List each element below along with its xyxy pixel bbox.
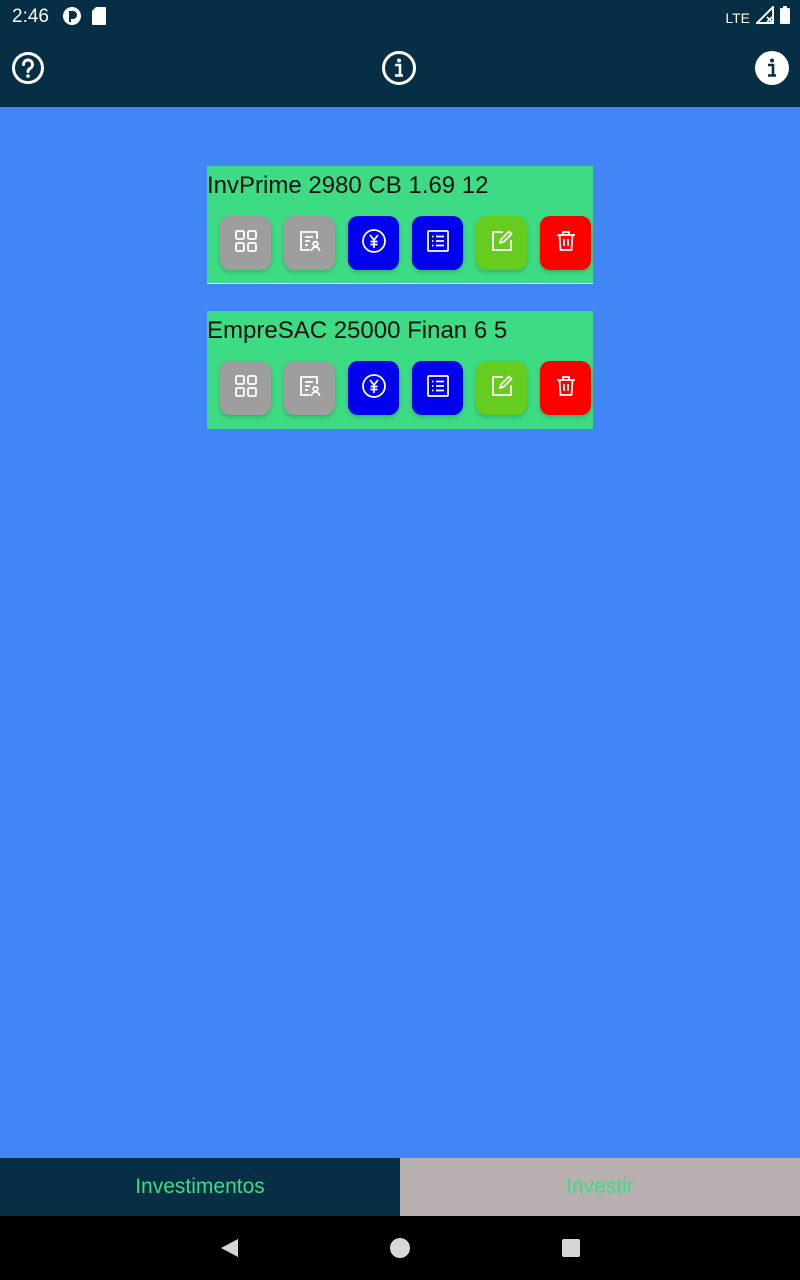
back-triangle-icon — [218, 1239, 242, 1264]
yen-icon — [361, 373, 387, 404]
grid-button[interactable] — [220, 361, 271, 415]
yen-icon — [361, 228, 387, 259]
investment-title: EmpreSAC 25000 Finan 6 5 — [207, 317, 508, 344]
help-button[interactable] — [10, 51, 46, 90]
tab-investir[interactable]: Investir — [400, 1158, 800, 1216]
signal-icon — [754, 4, 774, 29]
status-bar: 2:46 LTE — [0, 0, 800, 32]
sd-card-icon — [92, 7, 106, 30]
delete-button[interactable] — [540, 216, 591, 270]
info-filled-icon — [754, 50, 790, 91]
contract-button[interactable] — [284, 361, 335, 415]
investment-card[interactable]: EmpreSAC 25000 Finan 6 5 — [207, 311, 593, 429]
status-icons-left — [62, 6, 106, 31]
recents-button[interactable] — [559, 1236, 583, 1260]
status-icons-right: LTE — [725, 4, 790, 29]
info-outline-icon — [381, 50, 417, 91]
trash-icon — [554, 229, 578, 258]
yen-button[interactable] — [348, 216, 399, 270]
recents-square-icon — [559, 1239, 583, 1264]
edit-icon — [490, 229, 514, 258]
battery-icon — [780, 6, 790, 29]
list-button[interactable] — [412, 216, 463, 270]
edit-button[interactable] — [476, 361, 527, 415]
help-icon — [11, 51, 45, 90]
trash-icon — [554, 374, 578, 403]
yen-button[interactable] — [348, 361, 399, 415]
grid-icon — [234, 374, 258, 403]
list-icon — [426, 229, 450, 258]
tab-investimentos[interactable]: Investimentos — [0, 1158, 400, 1216]
contract-icon — [298, 229, 322, 258]
investment-actions — [220, 216, 591, 270]
grid-button[interactable] — [220, 216, 271, 270]
info-filled-button[interactable] — [754, 50, 790, 91]
list-button[interactable] — [412, 361, 463, 415]
home-button[interactable] — [388, 1236, 412, 1260]
grid-icon — [234, 229, 258, 258]
edit-icon — [490, 374, 514, 403]
app-bar — [0, 32, 800, 107]
list-icon — [426, 374, 450, 403]
investment-card[interactable]: InvPrime 2980 CB 1.69 12 — [207, 166, 593, 284]
contract-icon — [298, 374, 322, 403]
media-app-icon — [62, 6, 82, 31]
delete-button[interactable] — [540, 361, 591, 415]
network-type: LTE — [725, 9, 750, 26]
system-navigation-bar — [0, 1216, 800, 1280]
home-circle-icon — [388, 1238, 412, 1264]
investment-actions — [220, 361, 591, 415]
edit-button[interactable] — [476, 216, 527, 270]
info-outline-button[interactable] — [381, 50, 417, 91]
back-button[interactable] — [218, 1236, 242, 1260]
status-time: 2:46 — [12, 6, 49, 27]
investment-title: InvPrime 2980 CB 1.69 12 — [207, 172, 489, 199]
bottom-tabs: Investimentos Investir — [0, 1158, 800, 1216]
contract-button[interactable] — [284, 216, 335, 270]
